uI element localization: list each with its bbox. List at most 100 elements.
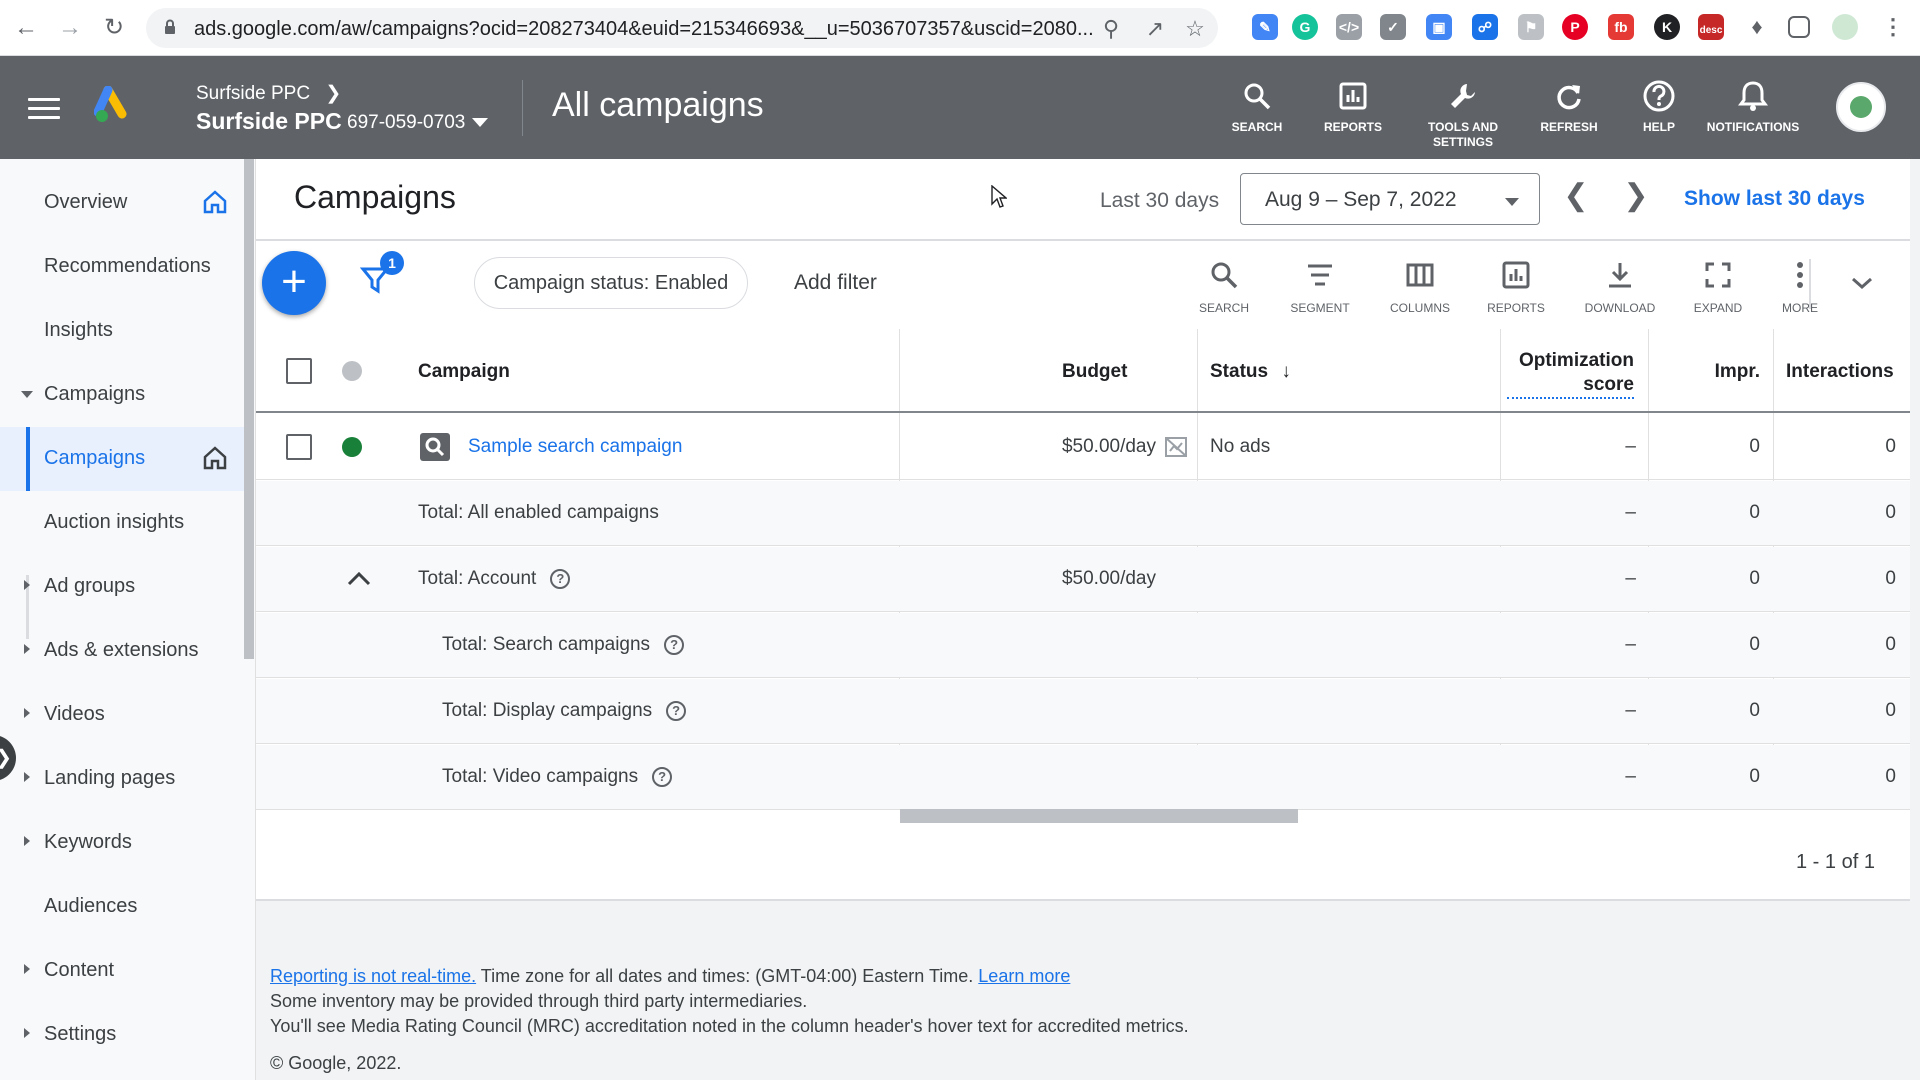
url-text: ads.google.com/aw/campaigns?ocid=2082734…: [194, 18, 1094, 40]
nav-item-content[interactable]: Content: [0, 939, 244, 1003]
new-campaign-button[interactable]: +: [262, 251, 326, 315]
table-row: Total: All enabled campaigns – 0 0: [256, 481, 1910, 546]
share-icon[interactable]: ↗: [1142, 16, 1168, 42]
impressions-column-header[interactable]: Impr.: [1660, 361, 1760, 383]
impressions-value: 0: [1749, 634, 1760, 655]
nav-item-campaigns[interactable]: Campaigns: [0, 427, 244, 491]
puzzle-gray-extension-icon[interactable]: ⚑: [1518, 14, 1544, 40]
tab-search-icon[interactable]: [1788, 16, 1810, 38]
browser-menu-icon[interactable]: ⋮: [1880, 14, 1906, 40]
reporting-not-real-time-link[interactable]: Reporting is not real-time.: [270, 966, 476, 986]
toolbar-download-button[interactable]: DOWNLOAD: [1578, 255, 1662, 315]
row-checkbox[interactable]: [286, 434, 312, 460]
nav-item-campaigns-group[interactable]: Campaigns: [0, 363, 244, 427]
table-horizontal-scrollbar[interactable]: [900, 809, 1298, 823]
nav-item-videos[interactable]: Videos: [0, 683, 244, 747]
k-extension-icon[interactable]: K: [1654, 14, 1680, 40]
header-notifications-label: NOTIFICATIONS: [1706, 120, 1800, 134]
help-circle-icon[interactable]: ?: [666, 700, 687, 721]
campaign-name-link[interactable]: Sample search campaign: [468, 436, 682, 458]
zoom-icon[interactable]: ⚲: [1098, 16, 1124, 42]
profile-avatar-icon[interactable]: [1832, 14, 1858, 40]
toolbar-search-button[interactable]: SEARCH: [1182, 255, 1266, 315]
toolbar-columns-label: COLUMNS: [1389, 301, 1450, 315]
toolbar-expand-button[interactable]: EXPAND: [1676, 255, 1760, 315]
hamburger-menu-icon[interactable]: [28, 98, 60, 125]
status-column-header[interactable]: Status ↓: [1210, 361, 1291, 383]
reload-icon[interactable]: ↻: [98, 12, 130, 44]
learn-more-link[interactable]: Learn more: [978, 966, 1070, 986]
previous-period-button[interactable]: ❮: [1558, 179, 1594, 215]
toolbar-columns-button[interactable]: COLUMNS: [1378, 255, 1462, 315]
fb-extension-icon[interactable]: fb: [1608, 14, 1634, 40]
google-ads-logo[interactable]: [94, 86, 134, 126]
chevron-up-icon[interactable]: [346, 569, 372, 587]
desc-extension-icon[interactable]: desc: [1698, 14, 1724, 40]
select-all-checkbox[interactable]: [286, 358, 312, 384]
toolbar-reports-button[interactable]: REPORTS: [1474, 255, 1558, 315]
help-circle-icon[interactable]: ?: [664, 634, 685, 655]
interactions-value: 0: [1885, 634, 1896, 655]
nav-item-settings[interactable]: Settings: [0, 1003, 244, 1067]
nav-item-auction-insights[interactable]: Auction insights: [0, 491, 244, 555]
pen-extension-icon[interactable]: ✎: [1252, 14, 1278, 40]
header-reports-button[interactable]: REPORTS: [1298, 76, 1408, 135]
header-tools-button[interactable]: TOOLS AND SETTINGS: [1406, 76, 1520, 150]
budget-column-header[interactable]: Budget: [1062, 361, 1127, 383]
impressions-value: 0: [1749, 436, 1760, 457]
screen-extension-icon[interactable]: ▣: [1426, 14, 1452, 40]
account-avatar[interactable]: [1836, 82, 1886, 132]
page-title: All campaigns: [552, 86, 764, 124]
nav-item-landing-pages[interactable]: Landing pages: [0, 747, 244, 811]
header-search-button[interactable]: SEARCH: [1202, 76, 1312, 135]
copyright: © Google, 2022.: [270, 1053, 402, 1073]
account-name[interactable]: Surfside PPC: [196, 108, 342, 135]
optimization-score-value: –: [1625, 568, 1636, 589]
nav-item-ad-groups[interactable]: Ad groups: [0, 555, 244, 619]
nav-item-label: Content: [44, 959, 115, 981]
help-circle-icon[interactable]: ?: [550, 568, 571, 589]
code-extension-icon[interactable]: </>: [1336, 14, 1362, 40]
toolbar-segment-label: SEGMENT: [1290, 301, 1350, 315]
nav-item-ads-extensions[interactable]: Ads & extensions: [0, 619, 244, 683]
header-notifications-button[interactable]: NOTIFICATIONS: [1698, 76, 1808, 135]
enabled-status-dot[interactable]: [342, 437, 362, 457]
help-circle-icon[interactable]: ?: [652, 766, 673, 787]
nav-item-label: Overview: [44, 191, 128, 213]
budget-chart-icon[interactable]: [1164, 435, 1188, 459]
check-extension-icon[interactable]: ✓: [1380, 14, 1406, 40]
optimization-score-value: –: [1625, 766, 1636, 787]
next-period-button[interactable]: ❯: [1618, 179, 1654, 215]
interactions-column-header[interactable]: Interactions: [1786, 361, 1894, 383]
toolbar-segment-button[interactable]: SEGMENT: [1278, 255, 1362, 315]
account-dropdown-icon[interactable]: [472, 118, 488, 127]
interactions-value: 0: [1885, 766, 1896, 787]
forward-arrow-icon[interactable]: →: [54, 12, 86, 44]
bookmark-star-icon[interactable]: ☆: [1182, 16, 1208, 42]
back-arrow-icon[interactable]: ←: [10, 12, 42, 44]
campaign-column-header[interactable]: Campaign: [418, 361, 510, 383]
nav-scrollbar[interactable]: [244, 159, 254, 659]
nav-item-label: Landing pages: [44, 767, 176, 789]
show-last-30-days-link[interactable]: Show last 30 days: [1684, 187, 1865, 211]
nav-item-keywords[interactable]: Keywords: [0, 811, 244, 875]
extensions-puzzle-icon[interactable]: ♦: [1744, 14, 1770, 40]
date-range-picker[interactable]: Aug 9 – Sep 7, 2022: [1240, 173, 1540, 225]
table-row[interactable]: Sample search campaign $50.00/day No ads…: [256, 415, 1910, 480]
account-id[interactable]: 697-059-0703: [347, 112, 465, 134]
optimization-score-column-header[interactable]: Optimization score: [1504, 349, 1634, 399]
nav-item-overview[interactable]: Overview: [0, 171, 244, 235]
grammarly-extension-icon[interactable]: G: [1292, 14, 1318, 40]
toolbar-more-button[interactable]: MORE: [1758, 255, 1842, 315]
add-filter-button[interactable]: Add filter: [794, 271, 877, 295]
address-bar[interactable]: ads.google.com/aw/campaigns?ocid=2082734…: [146, 8, 1218, 48]
nav-item-audiences[interactable]: Audiences: [0, 875, 244, 939]
campaign-status-filter-chip[interactable]: Campaign status: Enabled: [474, 257, 748, 309]
account-breadcrumb[interactable]: Surfside PPC ❯: [196, 82, 341, 105]
pinterest-extension-icon[interactable]: P: [1562, 14, 1588, 40]
nav-item-recommendations[interactable]: Recommendations: [0, 235, 244, 299]
nav-item-insights[interactable]: Insights: [0, 299, 244, 363]
link-extension-icon[interactable]: ☍: [1472, 14, 1498, 40]
chevron-down-icon[interactable]: [1850, 275, 1874, 291]
nav-item-label: Auction insights: [44, 511, 185, 533]
